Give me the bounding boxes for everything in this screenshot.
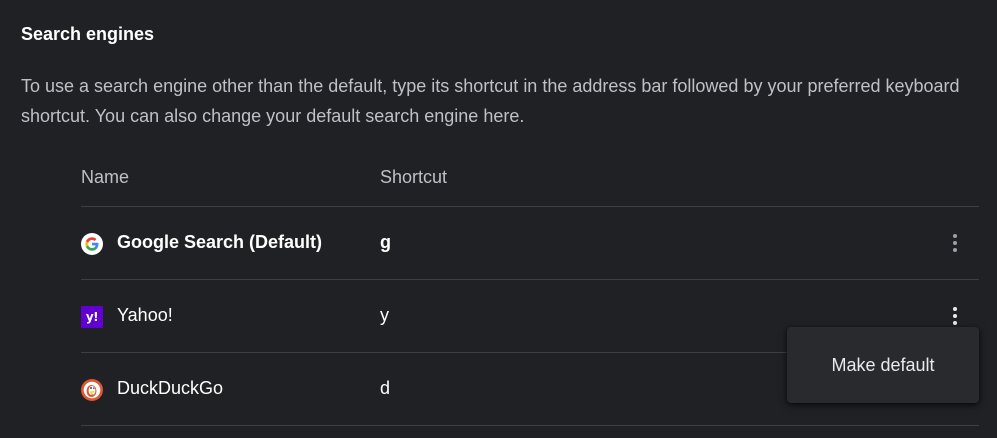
search-engine-name: Yahoo! (117, 305, 173, 325)
kebab-dot (953, 241, 957, 245)
column-header-name: Name (81, 167, 130, 187)
kebab-dot (953, 321, 957, 325)
column-header-shortcut: Shortcut (380, 167, 448, 187)
search-engine-name: DuckDuckGo (117, 378, 224, 398)
engine-actions-menu: Make default (787, 327, 979, 403)
table-header: Name Shortcut (81, 160, 979, 207)
kebab-dot (953, 307, 957, 311)
yahoo-logo: y! (81, 306, 103, 328)
search-engine-shortcut: g (380, 232, 391, 252)
section-title: Search engines (21, 24, 155, 44)
duckduckgo-icon (81, 379, 103, 401)
more-actions-button[interactable] (941, 227, 969, 259)
search-engine-shortcut: d (380, 378, 391, 398)
search-engine-shortcut: y (380, 305, 389, 325)
search-engine-row-google: Google Search (Default) g (81, 207, 979, 280)
kebab-dot (953, 234, 957, 238)
section-description: To use a search engine other than the de… (21, 76, 960, 126)
yahoo-icon: y! (81, 306, 103, 328)
search-engine-name: Google Search (Default) (117, 232, 323, 252)
kebab-dot (953, 248, 957, 252)
google-icon (81, 233, 103, 255)
search-engines-settings: Search engines To use a search engine ot… (0, 0, 997, 438)
kebab-dot (953, 314, 957, 318)
make-default-menu-item[interactable]: Make default (787, 348, 979, 382)
